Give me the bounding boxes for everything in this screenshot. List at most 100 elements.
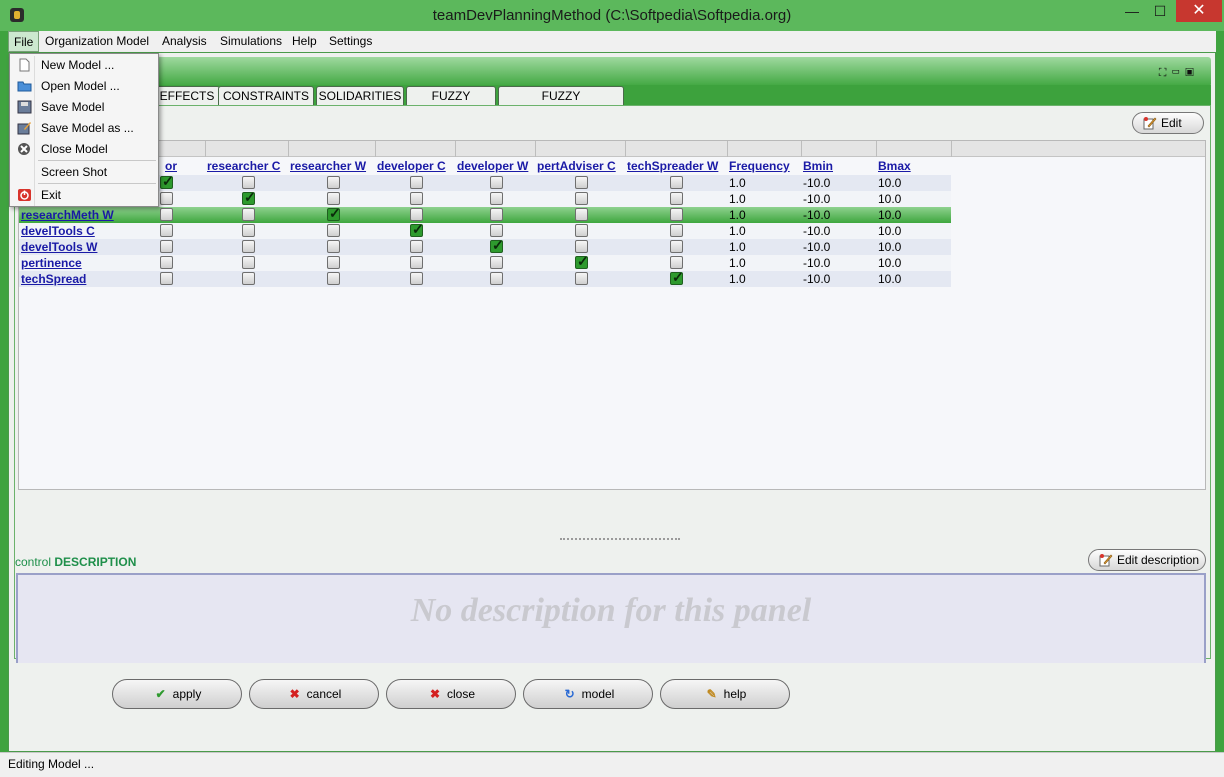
matrix-checkbox[interactable] (670, 208, 683, 221)
close-button[interactable]: ✖ close (386, 679, 516, 709)
matrix-checkbox[interactable] (242, 224, 255, 237)
matrix-checkbox[interactable] (242, 176, 255, 189)
edit-description-button[interactable]: Edit description (1088, 549, 1206, 571)
column-header-developer-w[interactable]: developer W (457, 158, 528, 174)
menu-simulations[interactable]: Simulations (220, 34, 282, 48)
matrix-checkbox[interactable] (410, 240, 423, 253)
cell-freq[interactable]: 1.0 (729, 239, 746, 255)
splitter-handle[interactable] (560, 538, 680, 541)
column-header-pertadviser-c[interactable]: pertAdviser C (537, 158, 616, 174)
column-header-bmin[interactable]: Bmin (803, 158, 833, 174)
menu-exit[interactable]: Exit (12, 185, 158, 205)
matrix-checkbox[interactable] (670, 224, 683, 237)
matrix-checkbox[interactable] (410, 176, 423, 189)
menu-screen-shot[interactable]: Screen Shot (12, 162, 158, 182)
matrix-checkbox[interactable] (670, 176, 683, 189)
cell-freq[interactable]: 1.0 (729, 223, 746, 239)
column-header-techspreader-w[interactable]: techSpreader W (627, 158, 718, 174)
matrix-checkbox[interactable] (327, 192, 340, 205)
menu-file[interactable]: File (8, 31, 40, 52)
matrix-checkbox[interactable] (575, 208, 588, 221)
matrix-checkbox[interactable] (160, 208, 173, 221)
cell-bmax[interactable]: 10.0 (878, 271, 901, 287)
cell-bmax[interactable]: 10.0 (878, 239, 901, 255)
tab-effects[interactable]: EFFECTS (154, 86, 220, 105)
menu-open-model[interactable]: Open Model ... (12, 76, 158, 96)
menu-analysis[interactable]: Analysis (162, 34, 207, 48)
matrix-checkbox[interactable] (490, 176, 503, 189)
matrix-checkbox[interactable] (490, 256, 503, 269)
column-header-frequency[interactable]: Frequency (729, 158, 790, 174)
model-button[interactable]: ↻ model (523, 679, 653, 709)
help-button[interactable]: ✎ help (660, 679, 790, 709)
row-header[interactable]: develTools C (21, 223, 95, 239)
matrix-checkbox[interactable] (575, 253, 589, 270)
matrix-checkbox[interactable] (410, 192, 423, 205)
matrix-checkbox[interactable] (242, 272, 255, 285)
matrix-checkbox[interactable] (490, 224, 503, 237)
matrix-checkbox[interactable] (410, 272, 423, 285)
matrix-checkbox[interactable] (242, 256, 255, 269)
matrix-checkbox[interactable] (242, 189, 256, 206)
matrix-checkbox[interactable] (670, 192, 683, 205)
matrix-checkbox[interactable] (242, 208, 255, 221)
cell-bmax[interactable]: 10.0 (878, 207, 901, 223)
matrix-checkbox[interactable] (160, 272, 173, 285)
tab-fuzzy-stakes[interactable]: FUZZY STAKES (406, 86, 496, 121)
menu-new-model[interactable]: New Model ... (12, 55, 158, 75)
row-header[interactable]: pertinence (21, 255, 82, 271)
column-header-developer-c[interactable]: developer C (377, 158, 446, 174)
matrix-checkbox[interactable] (410, 208, 423, 221)
matrix-checkbox[interactable] (490, 237, 504, 254)
matrix-checkbox[interactable] (327, 272, 340, 285)
cell-bmin[interactable]: -10.0 (803, 207, 830, 223)
menu-close-model[interactable]: Close Model (12, 139, 158, 159)
matrix-checkbox[interactable] (327, 224, 340, 237)
matrix-checkbox[interactable] (160, 240, 173, 253)
cancel-button[interactable]: ✖ cancel (249, 679, 379, 709)
column-header-researcher-c[interactable]: researcher C (207, 158, 280, 174)
cell-bmin[interactable]: -10.0 (803, 175, 830, 191)
column-header-researcher-w[interactable]: researcher W (290, 158, 366, 174)
internal-window-controls[interactable]: ⛶▭▣ (1159, 67, 1199, 80)
matrix-checkbox[interactable] (327, 205, 341, 222)
cell-freq[interactable]: 1.0 (729, 255, 746, 271)
tab-constraints[interactable]: CONSTRAINTS (218, 86, 314, 105)
cell-bmax[interactable]: 10.0 (878, 191, 901, 207)
minimize-button[interactable]: — (1118, 0, 1146, 22)
tab-solidarities[interactable]: SOLIDARITIES (316, 86, 404, 105)
apply-button[interactable]: ✔ apply (112, 679, 242, 709)
menu-settings[interactable]: Settings (329, 34, 372, 48)
matrix-checkbox[interactable] (490, 192, 503, 205)
matrix-checkbox[interactable] (575, 192, 588, 205)
row-header[interactable]: techSpread (21, 271, 86, 287)
row-header[interactable]: researchMeth W (21, 207, 114, 223)
edit-button[interactable]: Edit (1132, 112, 1204, 134)
matrix-checkbox[interactable] (490, 208, 503, 221)
cell-freq[interactable]: 1.0 (729, 207, 746, 223)
matrix-checkbox[interactable] (575, 240, 588, 253)
cell-bmax[interactable]: 10.0 (878, 223, 901, 239)
cell-bmin[interactable]: -10.0 (803, 271, 830, 287)
column-header-bmax[interactable]: Bmax (878, 158, 911, 174)
cell-bmin[interactable]: -10.0 (803, 239, 830, 255)
cell-freq[interactable]: 1.0 (729, 271, 746, 287)
cell-bmax[interactable]: 10.0 (878, 175, 901, 191)
matrix-checkbox[interactable] (327, 256, 340, 269)
row-header[interactable]: develTools W (21, 239, 97, 255)
column-header-or[interactable]: or (165, 158, 177, 174)
matrix-checkbox[interactable] (670, 256, 683, 269)
matrix-checkbox[interactable] (242, 240, 255, 253)
matrix-checkbox[interactable] (327, 176, 340, 189)
cell-freq[interactable]: 1.0 (729, 191, 746, 207)
matrix-checkbox[interactable] (327, 240, 340, 253)
cell-bmin[interactable]: -10.0 (803, 191, 830, 207)
matrix-checkbox[interactable] (670, 269, 684, 286)
matrix-checkbox[interactable] (410, 256, 423, 269)
menu-help[interactable]: Help (292, 34, 317, 48)
cell-freq[interactable]: 1.0 (729, 175, 746, 191)
cell-bmin[interactable]: -10.0 (803, 223, 830, 239)
menu-organization-model[interactable]: Organization Model (45, 34, 149, 48)
menu-save-model-as[interactable]: Save Model as ... (12, 118, 158, 138)
matrix-checkbox[interactable] (575, 224, 588, 237)
